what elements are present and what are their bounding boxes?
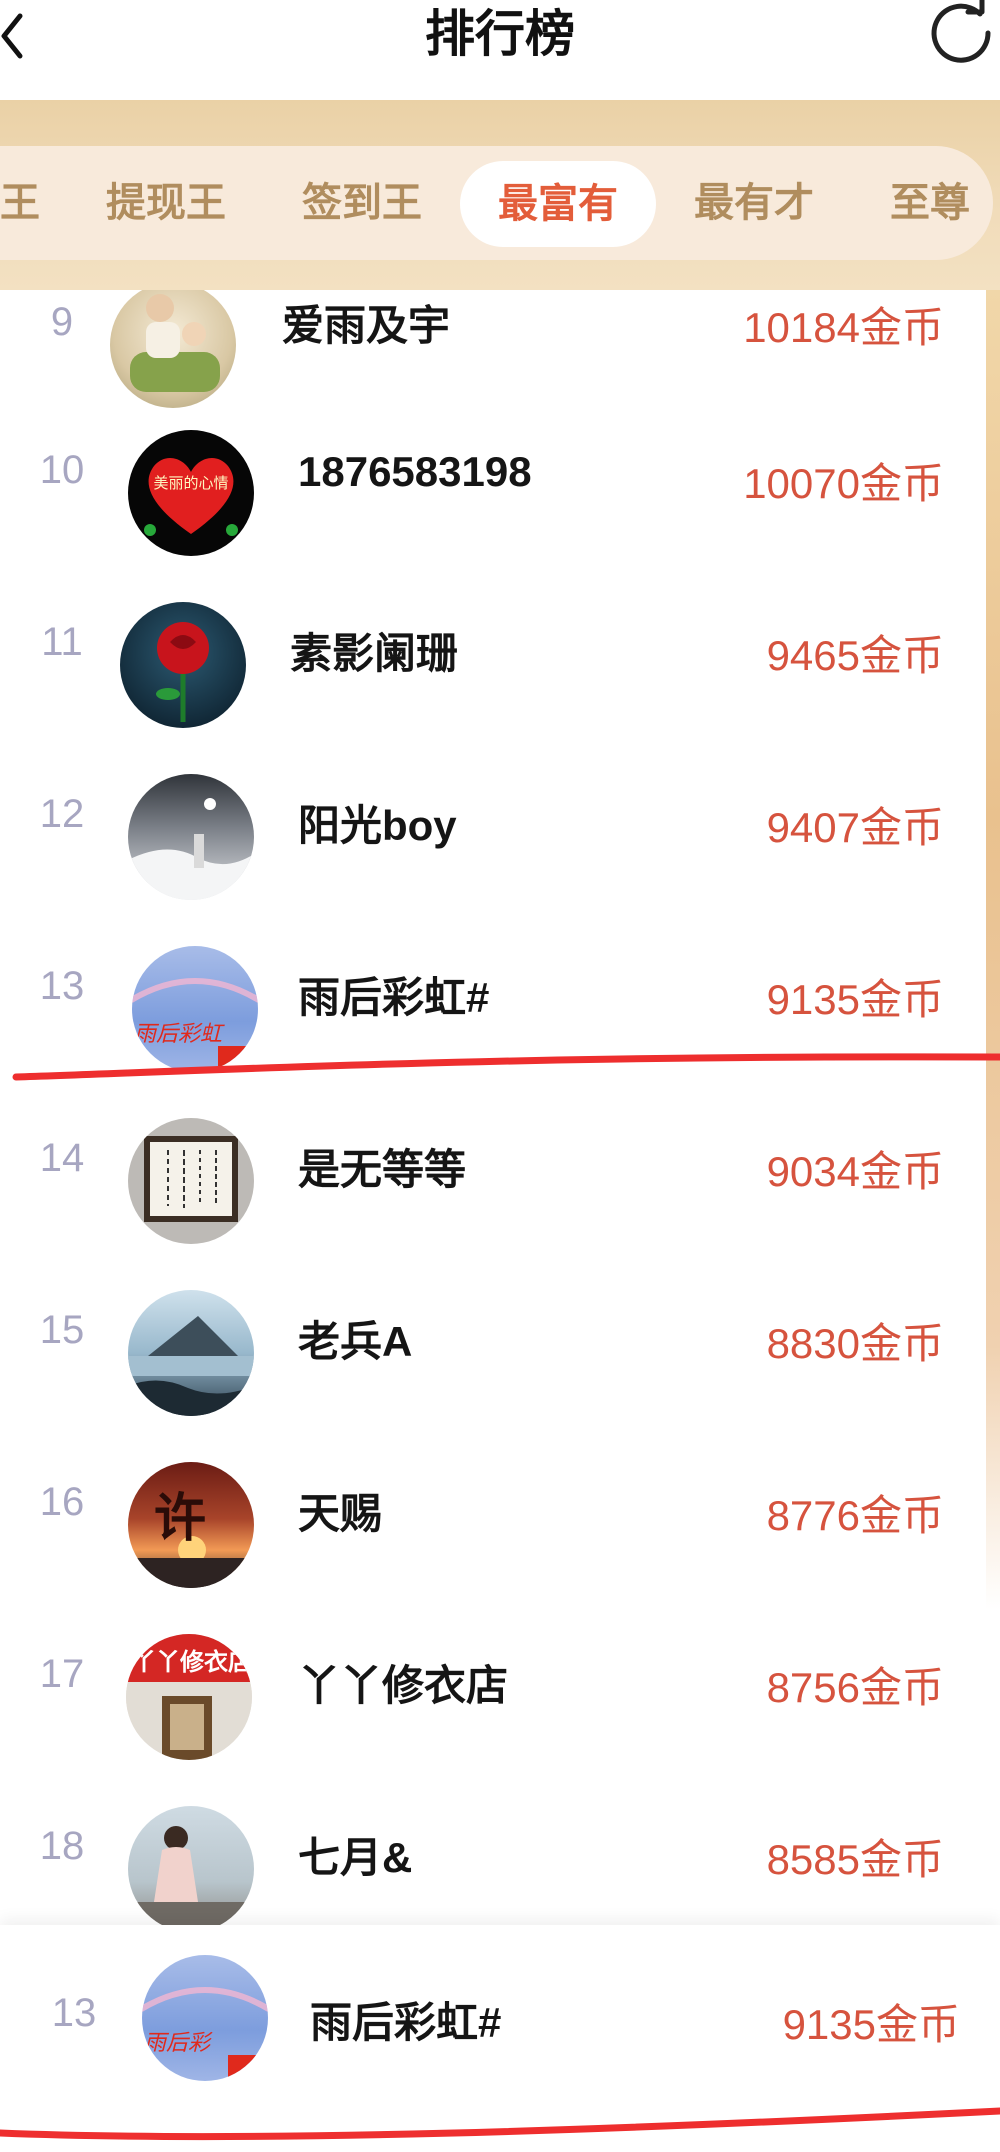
refresh-icon bbox=[931, 0, 991, 63]
user-name: 雨后彩虹# bbox=[298, 974, 490, 1021]
tab-richest[interactable]: 最富有 bbox=[460, 161, 656, 247]
tab-most-talented[interactable]: 最有才 bbox=[694, 146, 814, 260]
avatar bbox=[128, 1290, 254, 1416]
user-name: 1876583198 bbox=[298, 448, 532, 495]
list-item[interactable]: 16 许 天赐 8776金币 bbox=[0, 1440, 986, 1612]
rank-number: 17 bbox=[39, 1652, 85, 1696]
refresh-button[interactable] bbox=[928, 0, 994, 66]
avatar-caption: 丫丫修衣店 bbox=[132, 1649, 252, 1676]
user-name: 雨后彩虹# bbox=[310, 1999, 502, 2046]
coin-amount: 9407金币 bbox=[766, 804, 944, 851]
coin-amount: 10184金币 bbox=[743, 304, 944, 351]
coin-amount: 8776金币 bbox=[766, 1492, 944, 1539]
list-item[interactable]: 11 素影阑珊 9465金币 bbox=[0, 580, 986, 752]
user-name: 天赐 bbox=[298, 1490, 383, 1537]
coin-amount: 9135金币 bbox=[766, 976, 944, 1023]
scroll-accent bbox=[986, 290, 1000, 1610]
avatar: 丫丫修衣店 bbox=[126, 1634, 252, 1760]
rank-number: 16 bbox=[39, 1480, 85, 1524]
avatar: 雨后彩 bbox=[142, 1955, 268, 2081]
top-bar: 排行榜 bbox=[0, 0, 1000, 100]
user-name: 阳光boy bbox=[298, 802, 457, 849]
user-name: 是无等等 bbox=[298, 1146, 467, 1193]
avatar bbox=[128, 1806, 254, 1925]
list-item[interactable]: 17 丫丫修衣店 丫丫修衣店 8756金币 bbox=[0, 1612, 986, 1784]
rank-number: 14 bbox=[39, 1136, 85, 1180]
avatar: 许 bbox=[128, 1462, 254, 1588]
annotation-underline bbox=[12, 1053, 1000, 1081]
coin-amount: 8830金币 bbox=[766, 1320, 944, 1367]
page-title: 排行榜 bbox=[425, 6, 575, 62]
avatar: 美丽的心情 bbox=[128, 430, 254, 556]
rank-number: 13 bbox=[39, 964, 85, 1008]
coin-amount: 8756金币 bbox=[766, 1664, 944, 1711]
list-item[interactable]: 10 美丽的心情 1876583198 10070金币 bbox=[0, 408, 986, 580]
tab-withdraw-king[interactable]: 提现王 bbox=[106, 146, 226, 260]
coin-amount: 10070金币 bbox=[743, 460, 944, 507]
avatar-caption: 美丽的心情 bbox=[153, 475, 229, 492]
coin-amount: 9034金币 bbox=[766, 1148, 944, 1195]
user-name: 老兵A bbox=[298, 1318, 413, 1365]
user-name: 素影阑珊 bbox=[290, 630, 459, 677]
coin-amount: 9135金币 bbox=[782, 2001, 960, 2048]
avatar bbox=[120, 602, 246, 728]
tab-king-partial[interactable]: 王 bbox=[0, 146, 40, 260]
category-tabs: 王 提现王 签到王 最富有 最有才 至尊 bbox=[0, 146, 993, 260]
rank-number: 9 bbox=[50, 300, 74, 344]
user-name: 爱雨及宇 bbox=[282, 302, 451, 349]
list-item[interactable]: 12 阳光boy 9407金币 bbox=[0, 752, 986, 924]
coin-amount: 8585金币 bbox=[766, 1836, 944, 1883]
coin-amount: 9465金币 bbox=[766, 632, 944, 679]
user-name: 丫丫修衣店 bbox=[298, 1662, 509, 1709]
rank-number: 10 bbox=[39, 448, 85, 492]
tab-supreme[interactable]: 至尊 bbox=[890, 146, 970, 260]
rank-number: 18 bbox=[39, 1824, 85, 1868]
avatar-caption: 许 bbox=[154, 1490, 207, 1548]
user-name: 七月& bbox=[298, 1834, 413, 1881]
rank-number: 15 bbox=[39, 1308, 85, 1352]
avatar bbox=[128, 774, 254, 900]
rank-number: 11 bbox=[41, 620, 83, 664]
list-item[interactable]: 18 七月& 8585金币 bbox=[0, 1784, 986, 1925]
avatar-caption: 雨后彩 bbox=[144, 2030, 211, 2055]
annotation-underline bbox=[0, 2107, 1000, 2141]
list-item[interactable]: 14 是无等等 9034金币 bbox=[0, 1096, 986, 1268]
my-rank-bar[interactable]: 13 雨后彩 雨后彩虹# 9135金币 bbox=[0, 1925, 1000, 2152]
list-item[interactable]: 15 老兵A 8830金币 bbox=[0, 1268, 986, 1440]
avatar bbox=[110, 290, 236, 408]
rank-number: 13 bbox=[51, 1991, 97, 2035]
rank-number: 12 bbox=[39, 792, 85, 836]
tab-checkin-king[interactable]: 签到王 bbox=[302, 146, 422, 260]
list-item[interactable]: 9 爱雨及宇 10184金币 bbox=[0, 290, 986, 408]
avatar bbox=[128, 1118, 254, 1244]
ranking-list: 9 爱雨及宇 10184金币 10 美丽的心情 1876583198 10070… bbox=[0, 290, 1000, 1925]
